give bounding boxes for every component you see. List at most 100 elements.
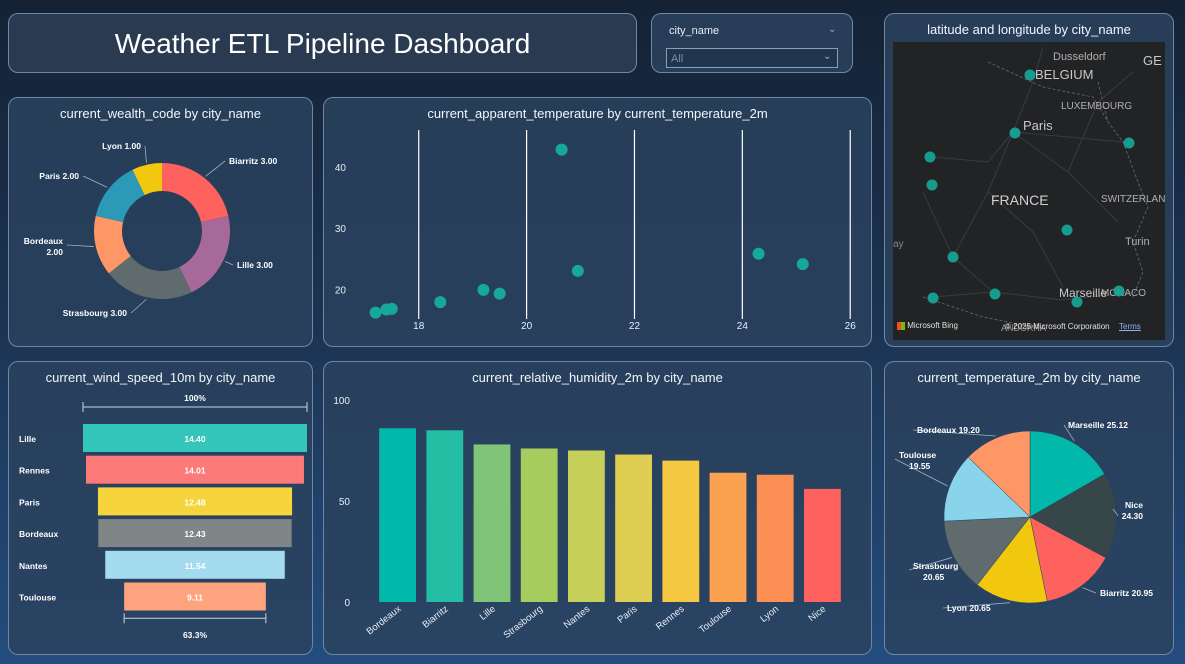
pie-label-3: Lyon 20.65 xyxy=(947,603,991,613)
scatter-point-8[interactable] xyxy=(752,247,765,260)
pie-label-2: Biarritz 20.95 xyxy=(1100,588,1153,598)
donut-label-3: Bordeaux xyxy=(24,236,63,246)
donut-leader-3 xyxy=(66,244,94,247)
bar-strasbourg[interactable] xyxy=(520,448,558,602)
scatter-ytick-1: 30 xyxy=(335,224,347,235)
map-point-8[interactable] xyxy=(927,292,939,304)
map-point-4[interactable] xyxy=(926,179,938,191)
map-point-2[interactable] xyxy=(1123,137,1135,149)
bar-rennes[interactable] xyxy=(662,460,700,602)
map-label-6: SWITZERLAN xyxy=(1101,194,1165,205)
funnel-value-3: 12.43 xyxy=(184,529,206,539)
bar-nice[interactable] xyxy=(803,488,841,602)
donut-slice-biarritz[interactable] xyxy=(162,163,229,223)
map-label-2: GE xyxy=(1143,53,1162,68)
microsoft-logo-icon xyxy=(897,321,905,330)
map-copyright: © 2025 Microsoft Corporation xyxy=(1005,322,1110,331)
funnel-value-2: 12.48 xyxy=(184,497,206,507)
pie-label-5: Toulouse xyxy=(899,450,936,460)
map-canvas[interactable]: BELGIUM Dusseldorf GE LUXEMBOURG Paris FRANCE… xyxy=(893,42,1165,340)
bar-ytick-1: 50 xyxy=(339,497,351,508)
donut-chart[interactable]: Biarritz 3.00 Lille 3.00 Strasbourg 3.00 Bo… xyxy=(9,98,314,348)
bar-paris[interactable] xyxy=(615,454,653,602)
scatter-point-0[interactable] xyxy=(369,306,382,319)
map-label-5: FRANCE xyxy=(991,192,1049,208)
map-label-11: ay xyxy=(893,239,904,250)
scatter-point-4[interactable] xyxy=(477,283,490,296)
scatter-chart[interactable]: 18 20 22 24 26 20 30 40 xyxy=(324,98,873,348)
scatter-point-5[interactable] xyxy=(493,287,506,300)
bar-toulouse[interactable] xyxy=(709,472,747,602)
bar-bordeaux[interactable] xyxy=(379,428,417,602)
map-label-3: LUXEMBOURG xyxy=(1061,101,1132,112)
donut-leader-4 xyxy=(82,175,108,188)
scatter-point-7[interactable] xyxy=(571,264,584,277)
scatter-point-9[interactable] xyxy=(796,258,809,271)
bar-chart[interactable]: 0 50 100 Bordeaux Biarritz Lille Strasbourg Nan… xyxy=(324,362,873,656)
bar-lille[interactable] xyxy=(473,444,511,602)
donut-label-5: Lyon 1.00 xyxy=(102,141,141,151)
bar-nantes[interactable] xyxy=(567,450,605,603)
map-point-9[interactable] xyxy=(1071,296,1083,308)
scatter-point-3[interactable] xyxy=(434,296,447,309)
scatter-xtick-4: 26 xyxy=(845,321,857,332)
donut-chart-visual[interactable]: current_wealth_code by city_name Biarrit… xyxy=(8,97,313,347)
scatter-chart-visual[interactable]: current_apparent_temperature by current_… xyxy=(323,97,872,347)
scatter-ytick-0: 20 xyxy=(335,285,347,296)
map-point-6[interactable] xyxy=(947,251,959,263)
bar-xtick-4: Nantes xyxy=(562,604,593,631)
funnel-category-0: Lille xyxy=(19,434,36,444)
slicer-selected-value: All xyxy=(671,53,684,65)
chevron-down-icon[interactable]: ⌄ xyxy=(823,51,831,62)
scatter-xtick-3: 24 xyxy=(737,321,749,332)
funnel-chart-visual[interactable]: current_wind_speed_10m by city_name 100%… xyxy=(8,361,313,655)
bar-ytick-2: 100 xyxy=(333,396,350,407)
pie-label-4-value: 20.65 xyxy=(923,572,945,582)
bar-xtick-1: Biarritz xyxy=(421,604,451,631)
donut-slice-lille[interactable] xyxy=(179,215,231,293)
slicer-dropdown[interactable]: All ⌄ xyxy=(666,48,838,68)
funnel-chart[interactable]: 100% 14.40 Lille 14.01 Rennes 12.48 Paris 12.43… xyxy=(9,362,314,656)
map-point-1[interactable] xyxy=(1009,127,1021,139)
donut-label-1: Lille 3.00 xyxy=(237,260,273,270)
funnel-category-2: Paris xyxy=(19,497,40,507)
map-label-4: Paris xyxy=(1023,118,1053,133)
bar-xtick-0: Bordeaux xyxy=(365,604,404,638)
bar-ytick-0: 0 xyxy=(344,598,350,609)
scatter-point-2[interactable] xyxy=(385,302,398,315)
donut-leader-1 xyxy=(224,261,234,266)
map-visual[interactable]: latitude and longitude by city_name BELG… xyxy=(884,13,1174,347)
city-name-slicer[interactable]: city_name ⌄ All ⌄ xyxy=(651,13,853,73)
slicer-label: city_name xyxy=(669,25,720,37)
map-point-10[interactable] xyxy=(1113,285,1125,297)
scatter-xtick-1: 20 xyxy=(521,321,533,332)
funnel-bottom-percent: 63.3% xyxy=(183,630,208,640)
funnel-value-4: 11.54 xyxy=(185,561,206,571)
map-point-7[interactable] xyxy=(989,288,1001,300)
dashboard-title-card: Weather ETL Pipeline Dashboard xyxy=(8,13,637,73)
funnel-category-1: Rennes xyxy=(19,466,50,476)
bar-biarritz[interactable] xyxy=(426,430,464,602)
bar-xtick-3: Strasbourg xyxy=(502,604,545,641)
pie-chart-visual[interactable]: current_temperature_2m by city_name Mars… xyxy=(884,361,1174,655)
bar-xtick-8: Lyon xyxy=(758,604,781,625)
funnel-category-3: Bordeaux xyxy=(19,529,58,539)
pie-label-4: Strasbourg xyxy=(913,561,958,571)
scatter-point-6[interactable] xyxy=(555,143,568,156)
donut-label-3-value: 2.00 xyxy=(46,247,63,257)
funnel-category-4: Nantes xyxy=(19,561,48,571)
map-provider: Microsoft Bing xyxy=(907,321,958,330)
donut-label-0: Biarritz 3.00 xyxy=(229,156,277,166)
map-terms-link[interactable]: Terms xyxy=(1119,322,1141,331)
donut-leader-5 xyxy=(144,145,147,163)
scatter-ytick-2: 40 xyxy=(335,163,347,174)
collapse-chevron-icon[interactable]: ⌄ xyxy=(828,24,836,35)
map-point-3[interactable] xyxy=(924,151,936,163)
bar-lyon[interactable] xyxy=(756,474,794,602)
bar-xtick-7: Toulouse xyxy=(697,604,734,636)
pie-chart[interactable]: Marseille 25.12 Nice24.30 Biarritz 20.95 Ly… xyxy=(885,362,1175,656)
bar-xtick-5: Paris xyxy=(616,604,640,626)
bar-chart-visual[interactable]: current_relative_humidity_2m by city_nam… xyxy=(323,361,872,655)
map-point-5[interactable] xyxy=(1061,224,1073,236)
map-point-0[interactable] xyxy=(1024,69,1036,81)
